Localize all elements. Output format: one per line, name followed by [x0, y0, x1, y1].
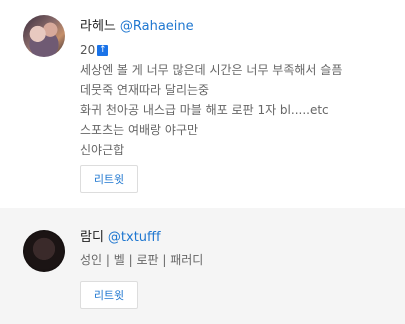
- bio-line: 세상엔 볼 게 너무 많은데 시간은 너무 부족해서 슬픔: [80, 63, 343, 77]
- up-arrow-badge-icon: ↑: [97, 44, 109, 56]
- user-card: 라헤느 @Rahaeine 20 ↑ 세상엔 볼 게 너무 많은데 시간은 너무 …: [0, 0, 405, 208]
- bio-line: 성인 | 벨 | 로판 | 패러디: [80, 253, 204, 267]
- bio-line: 데뭇죽 연재따라 달리는중: [80, 83, 210, 97]
- bio-line: 스포츠는 여배랑 야구만: [80, 123, 199, 137]
- display-name[interactable]: 람디: [80, 230, 104, 245]
- badge-row: 20 ↑: [80, 42, 109, 58]
- avatar[interactable]: [23, 230, 65, 272]
- display-name[interactable]: 라헤느: [80, 19, 116, 34]
- user-handle[interactable]: @Rahaeine: [120, 19, 194, 34]
- retweet-button[interactable]: 리트윗: [80, 165, 138, 193]
- user-bio: 세상엔 볼 게 너무 많은데 시간은 너무 부족해서 슬픔 데뭇죽 연재따라 달…: [80, 60, 400, 160]
- user-handle[interactable]: @txtufff: [108, 230, 161, 245]
- user-card: 람디 @txtufff 성인 | 벨 | 로판 | 패러디 리트윗: [0, 208, 405, 324]
- badge-count: 20: [80, 43, 96, 57]
- bio-line: 화귀 천아공 내스급 마블 해포 로판 1자 bl.....etc: [80, 103, 329, 117]
- bio-line: 신야근합: [80, 143, 125, 157]
- avatar[interactable]: [23, 15, 65, 57]
- user-header: 람디 @txtufff: [80, 229, 161, 247]
- retweet-button[interactable]: 리트윗: [80, 281, 138, 309]
- user-header: 라헤느 @Rahaeine: [80, 18, 194, 36]
- user-bio: 성인 | 벨 | 로판 | 패러디: [80, 250, 400, 270]
